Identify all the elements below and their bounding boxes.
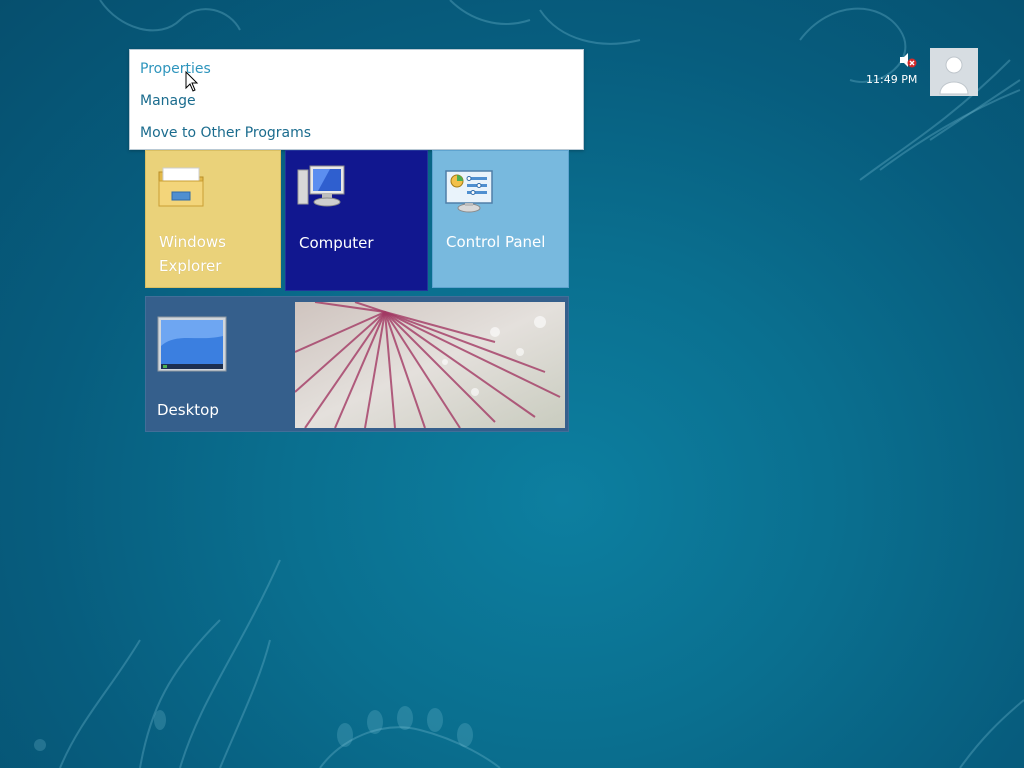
user-avatar-icon[interactable] xyxy=(930,48,978,96)
desktop-monitor-icon xyxy=(157,316,227,372)
tile-label-desktop: Desktop xyxy=(157,401,219,419)
tile-label-windows-explorer: Windows Explorer xyxy=(159,230,269,278)
volume-muted-icon[interactable] xyxy=(899,52,917,68)
folder-icon xyxy=(158,167,204,207)
menu-item-properties[interactable]: Properties xyxy=(140,61,211,77)
tile-control-panel[interactable]: Control Panel xyxy=(432,150,569,288)
clock-time: 11:49 PM xyxy=(866,73,918,86)
desktop-wallpaper-preview xyxy=(295,302,565,428)
tile-label-line2: Explorer xyxy=(159,257,222,275)
tile-computer[interactable]: Computer xyxy=(285,150,428,291)
tile-desktop[interactable]: Desktop xyxy=(145,296,569,432)
computer-icon xyxy=(297,165,345,207)
tile-windows-explorer[interactable]: Windows Explorer xyxy=(145,150,281,288)
control-panel-icon xyxy=(445,170,493,213)
tile-label-line1: Windows xyxy=(159,233,226,251)
menu-item-manage[interactable]: Manage xyxy=(140,93,196,109)
context-menu: Properties Manage Move to Other Programs xyxy=(129,49,584,150)
tile-label-control-panel: Control Panel xyxy=(446,233,546,251)
mouse-cursor-icon xyxy=(185,71,199,92)
menu-item-move-to-other-programs[interactable]: Move to Other Programs xyxy=(140,125,311,141)
tile-label-computer: Computer xyxy=(299,234,374,252)
